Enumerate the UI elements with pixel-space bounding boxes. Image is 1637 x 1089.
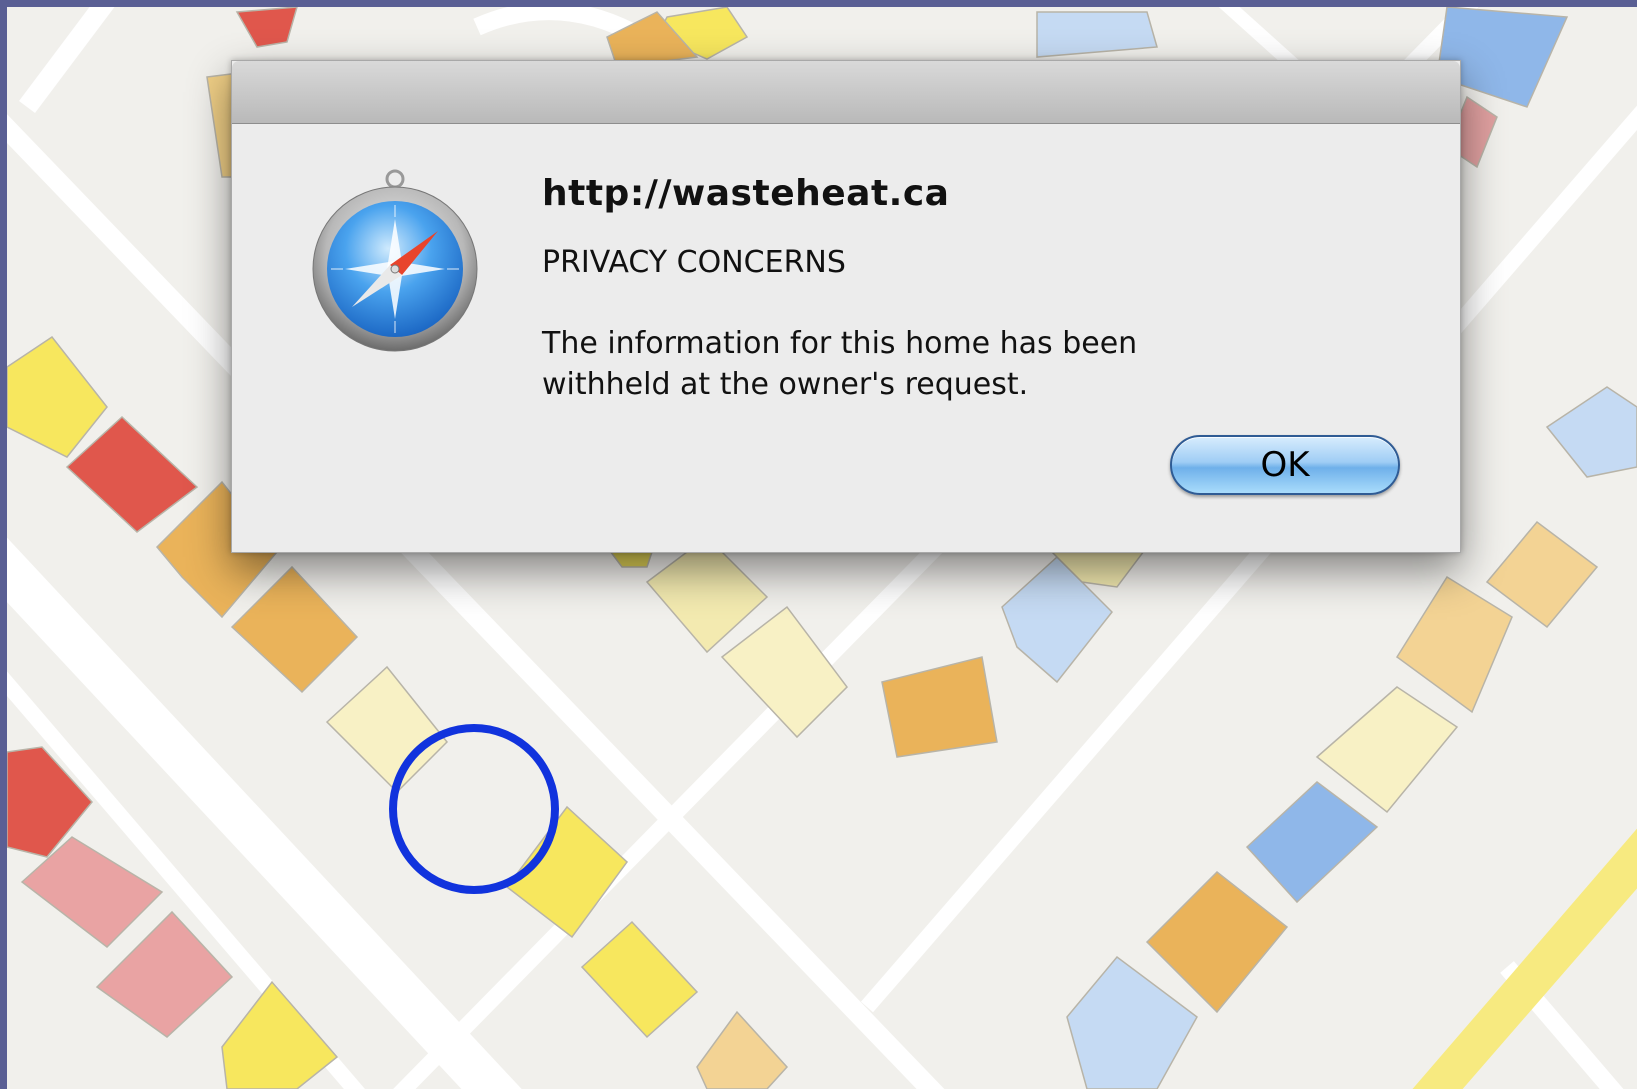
house [1395,575,1513,714]
house [325,665,449,794]
dialog-title: http://wasteheat.ca [542,173,950,214]
yellow-road [1412,828,1637,1089]
dialog-subtitle: PRIVACY CONCERNS [542,245,846,280]
house [235,7,298,48]
house [1545,386,1637,478]
house [1315,686,1459,814]
house [221,980,339,1089]
road [19,7,115,113]
house [1036,11,1158,58]
ok-button[interactable]: OK [1170,435,1400,495]
dialog-message: The information for this home has been w… [542,326,1138,402]
house [1066,955,1198,1089]
dialog-titlebar[interactable] [232,61,1460,124]
house [7,335,108,458]
compass-icon [310,169,480,355]
alert-dialog: http://wasteheat.ca PRIVACY CONCERNS The… [231,60,1461,553]
house [720,605,848,739]
house [230,565,359,694]
house [1145,870,1289,1014]
house [1245,781,1379,904]
house [696,1010,789,1089]
house [881,656,998,758]
house [645,536,769,654]
house [65,415,199,533]
house [580,920,699,1039]
selected-home-circle [389,724,559,894]
